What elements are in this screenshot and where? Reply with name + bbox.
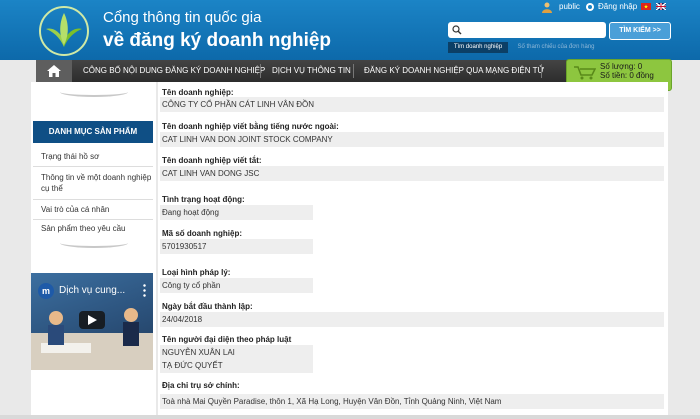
- company-name-label: Tên doanh nghiệp:: [162, 88, 234, 97]
- sidebar-item-file-status[interactable]: Trạng thái hồ sơ: [33, 146, 153, 167]
- headquarters-address-value: Toà nhà Mai Quyền Paradise, thôn 1, Xã H…: [160, 394, 664, 409]
- foreign-name-value: CAT LINH VAN DON JOINT STOCK COMPANY: [160, 132, 664, 147]
- video-thumbnail[interactable]: m Dịch vụ cung...: [31, 273, 153, 370]
- representative-name: NGUYỄN XUÂN LAI: [162, 348, 235, 357]
- nav-item-publish[interactable]: CÔNG BỐ NỘI DUNG ĐĂNG KÝ DOANH NGHIỆP: [83, 60, 265, 82]
- legal-type-label: Loại hình pháp lý:: [162, 268, 231, 277]
- video-menu-icon[interactable]: [143, 283, 146, 297]
- enterprise-code-value: 5701930517: [160, 239, 313, 254]
- vietnam-flag-icon[interactable]: [641, 3, 651, 10]
- user-icon[interactable]: [541, 2, 553, 13]
- user-link[interactable]: public: [559, 2, 580, 11]
- legal-representative-value: NGUYỄN XUÂN LAI TẠ ĐỨC QUYẾT: [160, 345, 313, 373]
- nav-divider: [541, 64, 542, 78]
- legal-representative-label: Tên người đại diện theo pháp luật: [162, 335, 292, 344]
- sidebar-item-custom-products[interactable]: Sản phẩm theo yêu cầu: [33, 220, 153, 238]
- product-category-header: DANH MỤC SẢN PHẨM: [33, 121, 153, 143]
- search-button[interactable]: TÌM KIẾM >>: [609, 22, 671, 40]
- nav-item-online-registration[interactable]: ĐĂNG KÝ DOANH NGHIỆP QUA MẠNG ĐIỆN TỬ: [364, 60, 544, 82]
- page-footer-edge: [0, 415, 700, 419]
- login-icon[interactable]: [585, 2, 595, 12]
- sidebar-item-enterprise-info[interactable]: Thông tin về một doanh nghiệp cụ thể: [33, 168, 153, 200]
- nav-divider: [353, 64, 354, 78]
- uk-flag-icon[interactable]: [656, 3, 666, 10]
- site-title-line1: Cổng thông tin quốc gia: [103, 9, 262, 26]
- search-icon: [452, 25, 462, 35]
- nav-item-info-services[interactable]: DỊCH VỤ THÔNG TIN: [272, 60, 351, 82]
- play-button[interactable]: [79, 311, 105, 329]
- short-name-value: CAT LINH VAN DONG JSC: [160, 166, 664, 181]
- short-name-label: Tên doanh nghiệp viết tắt:: [162, 156, 262, 165]
- site-title-line2: về đăng ký doanh nghiệp: [103, 30, 332, 51]
- cart-icon: [574, 66, 596, 80]
- video-title: Dịch vụ cung...: [59, 285, 126, 296]
- founding-date-label: Ngày bắt đầu thành lập:: [162, 302, 253, 311]
- play-icon: [88, 315, 97, 325]
- home-button[interactable]: [36, 60, 72, 82]
- sidebar-item-personal-role[interactable]: Vai trò của cá nhân: [33, 200, 153, 220]
- home-icon: [47, 65, 61, 77]
- search-input[interactable]: [448, 22, 606, 38]
- status-value: Đang hoạt động: [160, 205, 313, 220]
- status-label: Tình trạng hoạt động:: [162, 195, 245, 204]
- tab-find-enterprise[interactable]: Tìm doanh nghiệp: [448, 42, 508, 53]
- legal-type-value: Công ty cổ phần: [160, 278, 313, 293]
- founding-date-value: 24/04/2018: [160, 312, 664, 327]
- video-channel-icon: m: [38, 283, 54, 299]
- nav-divider: [260, 64, 261, 78]
- headquarters-address-label: Địa chỉ trụ sở chính:: [162, 381, 240, 390]
- cart-amount: Số tiền: 0 đồng: [600, 71, 654, 80]
- cart-quantity: Số lượng: 0: [600, 62, 643, 71]
- company-name-value: CÔNG TY CỔ PHẦN CÁT LINH VÂN ĐỒN: [160, 97, 664, 112]
- enterprise-code-label: Mã số doanh nghiệp:: [162, 229, 242, 238]
- representative-name: TẠ ĐỨC QUYẾT: [162, 361, 223, 370]
- sidebar-divider: [60, 87, 128, 97]
- tab-order-reference[interactable]: Số tham chiếu của đơn hàng: [510, 42, 602, 53]
- logo-icon[interactable]: [38, 5, 90, 57]
- sidebar-divider: [60, 238, 128, 248]
- foreign-name-label: Tên doanh nghiệp viết bằng tiếng nước ng…: [162, 122, 339, 131]
- login-link[interactable]: Đăng nhập: [598, 2, 637, 11]
